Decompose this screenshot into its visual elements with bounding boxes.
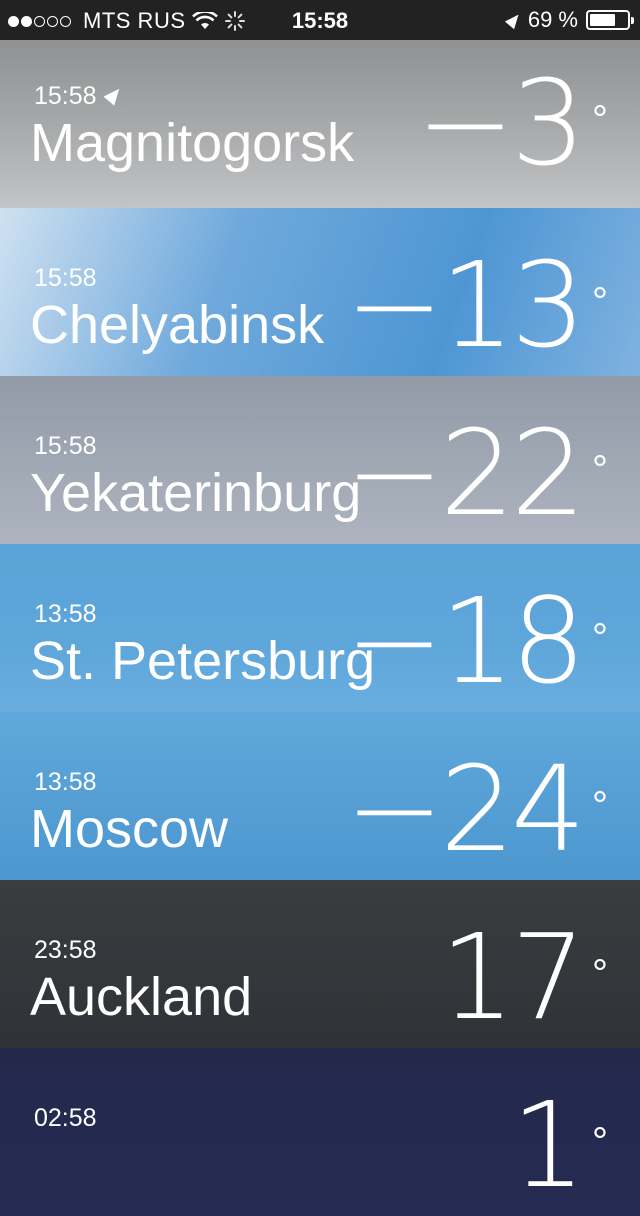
city-row-moscow[interactable]: 13:58 Moscow −24 ° <box>0 712 640 880</box>
location-services-icon <box>504 10 523 30</box>
city-name: Auckland <box>30 967 253 1027</box>
city-name: Moscow <box>30 799 229 859</box>
city-local-time: 23:58 <box>34 936 97 964</box>
city-local-time: 13:58 <box>34 768 97 796</box>
status-bar: MTS RUS 15:58 69 % <box>0 0 640 40</box>
city-local-time: 02:58 <box>34 1104 97 1132</box>
current-location-arrow-icon <box>103 83 125 106</box>
battery-percent: 69 % <box>527 7 578 32</box>
status-bar-right: 69 % <box>504 7 634 33</box>
degree-symbol: ° <box>592 1120 608 1164</box>
city-row-partial[interactable]: 02:58 1 ° <box>0 1048 640 1216</box>
city-temperature: −22 <box>344 404 586 542</box>
city-local-time: 15:58 <box>34 82 125 111</box>
city-temperature: −18 <box>344 572 586 710</box>
city-row-magnitogorsk[interactable]: 15:58 Magnitogorsk −3 ° <box>0 40 640 208</box>
degree-symbol: ° <box>592 98 608 142</box>
city-row-chelyabinsk[interactable]: 15:58 Chelyabinsk −13 ° <box>0 208 640 376</box>
battery-icon <box>586 10 634 30</box>
degree-symbol: ° <box>592 616 608 660</box>
degree-symbol: ° <box>592 952 608 996</box>
city-name: Magnitogorsk <box>30 113 355 173</box>
degree-symbol: ° <box>592 448 608 492</box>
city-row-auckland[interactable]: 23:58 Auckland 17 ° <box>0 880 640 1048</box>
city-local-time: 13:58 <box>34 600 97 628</box>
city-temperature: −13 <box>344 236 586 374</box>
city-local-time: 15:58 <box>34 264 97 292</box>
city-name: Yekaterinburg <box>30 463 362 523</box>
city-row-st-petersburg[interactable]: 13:58 St. Petersburg −18 ° <box>0 544 640 712</box>
degree-symbol: ° <box>592 784 608 828</box>
city-local-time: 15:58 <box>34 432 97 460</box>
degree-symbol: ° <box>592 280 608 324</box>
city-temperature: 1 <box>510 1076 586 1214</box>
city-temperature: −24 <box>344 740 586 878</box>
city-name: St. Petersburg <box>30 631 376 691</box>
city-temperature: 17 <box>439 908 586 1046</box>
city-name: Chelyabinsk <box>30 295 325 355</box>
city-row-yekaterinburg[interactable]: 15:58 Yekaterinburg −22 ° <box>0 376 640 544</box>
city-temperature: −3 <box>416 54 586 192</box>
